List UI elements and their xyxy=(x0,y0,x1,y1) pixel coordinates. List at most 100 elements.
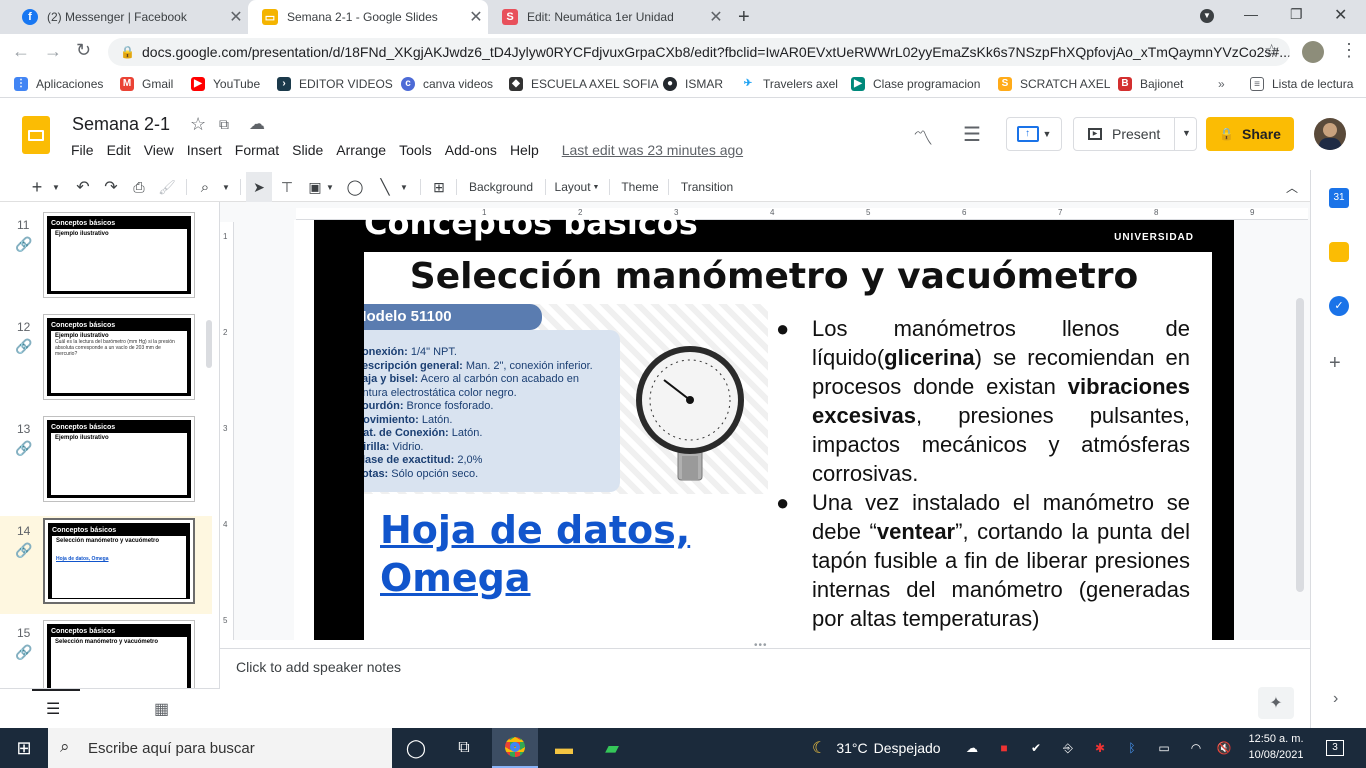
bookmark-ismar[interactable]: ● ISMAR xyxy=(663,70,723,98)
restore-icon[interactable]: ❐ xyxy=(1290,6,1303,23)
star-icon[interactable]: ☆ xyxy=(190,114,206,135)
tab-messenger[interactable]: f (2) Messenger | Facebook ✕ xyxy=(8,0,248,34)
filmstrip-view-icon[interactable]: ☰ xyxy=(46,699,60,719)
line-icon[interactable]: ╲ xyxy=(374,172,396,202)
grid-view-icon[interactable]: ▦ xyxy=(154,699,169,719)
battery-icon[interactable]: ▭ xyxy=(1154,728,1174,768)
undo-icon[interactable]: ↶ xyxy=(72,172,94,202)
explore-icon[interactable]: ✦ xyxy=(1258,687,1294,719)
share-button[interactable]: 🔒 Share xyxy=(1206,117,1294,151)
select-cursor-icon[interactable]: ➤ xyxy=(246,172,272,202)
user-avatar[interactable] xyxy=(1314,118,1346,150)
filmstrip-slide-15[interactable]: 15 🔗 Conceptos básicos Selección manómet… xyxy=(0,618,212,688)
chrome-taskbar-icon[interactable] xyxy=(492,728,538,768)
tray-check-icon[interactable]: ✔ xyxy=(1026,728,1046,768)
bookmark-clase[interactable]: ▶ Clase programacion xyxy=(851,70,980,98)
datasheet-omega-link[interactable]: Hoja de datos, Omega xyxy=(380,506,690,602)
speaker-notes[interactable]: Click to add speaker notes ✦ xyxy=(220,648,1310,728)
new-slide-icon[interactable]: + xyxy=(26,172,48,202)
url-bar[interactable]: 🔒 docs.google.com/presentation/d/18FNd_X… xyxy=(108,38,1290,66)
add-comment-icon[interactable]: ⊞ xyxy=(428,172,450,202)
menu-view[interactable]: View xyxy=(144,142,174,158)
meet-present-button[interactable]: ↑ ▼ xyxy=(1006,117,1062,151)
line-dropdown-icon[interactable]: ▼ xyxy=(398,172,410,202)
bluetooth-icon[interactable]: ᛒ xyxy=(1122,728,1142,768)
browser-menu-icon[interactable]: ⋮ xyxy=(1340,40,1358,61)
tab-search-icon[interactable]: ▼ xyxy=(1200,9,1214,23)
close-icon[interactable]: ✕ xyxy=(224,7,248,27)
wifi-icon[interactable]: ◠ xyxy=(1186,728,1206,768)
comments-icon[interactable]: ☰ xyxy=(963,122,981,147)
collapse-toolbar-icon[interactable]: ︿ xyxy=(1280,172,1304,202)
slides-logo-icon[interactable] xyxy=(22,116,50,154)
new-slide-dropdown-icon[interactable]: ▼ xyxy=(50,172,62,202)
cortana-icon[interactable]: ◯ xyxy=(400,728,432,768)
bookmark-star-icon[interactable]: ☆ xyxy=(1264,41,1279,61)
filmstrip-slide-12[interactable]: 12 🔗 Conceptos básicos Ejemplo ilustrati… xyxy=(0,312,212,410)
canvas-scrollbar[interactable] xyxy=(1296,298,1304,592)
new-tab-plus-icon[interactable]: + xyxy=(738,6,750,29)
taskbar-search[interactable]: ⌕ Escribe aquí para buscar xyxy=(48,728,392,768)
redo-icon[interactable]: ↷ xyxy=(100,172,122,202)
tray-red-icon[interactable]: ✱ xyxy=(1090,728,1110,768)
reload-icon[interactable]: ↻ xyxy=(76,40,91,61)
back-icon[interactable]: ← xyxy=(12,41,30,62)
current-slide[interactable]: Conceptos básicos UNIVERSIDAD Selección … xyxy=(294,204,1234,640)
bookmark-canva[interactable]: c canva videos xyxy=(401,70,493,98)
minimize-icon[interactable]: — xyxy=(1244,6,1258,22)
reading-list[interactable]: ≡ Lista de lectura xyxy=(1250,70,1353,98)
cloud-sync-icon[interactable]: ☁ xyxy=(962,728,982,768)
activity-trend-icon[interactable]: 〽 xyxy=(913,122,933,151)
spec-image[interactable]: Modelo 51100 Conexión: 1/4" NPT. Descrip… xyxy=(364,304,768,494)
menu-slide[interactable]: Slide xyxy=(292,142,323,158)
tray-usb-icon[interactable]: ⎆ xyxy=(1058,728,1078,768)
layout-button[interactable]: Layout ▼ xyxy=(550,172,604,202)
text-box-icon[interactable]: ⊤ xyxy=(276,172,298,202)
volume-mute-icon[interactable]: 🔇 xyxy=(1214,728,1234,768)
present-button[interactable]: ▶ Present ▼ xyxy=(1073,117,1197,151)
print-icon[interactable]: ⎙ xyxy=(128,172,150,202)
close-icon[interactable]: ✕ xyxy=(464,7,488,27)
menu-edit[interactable]: Edit xyxy=(107,142,131,158)
bookmark-travelers[interactable]: ✈ Travelers axel xyxy=(741,70,838,98)
image-dropdown-icon[interactable]: ▼ xyxy=(324,172,336,202)
menu-arrange[interactable]: Arrange xyxy=(336,142,386,158)
zoom-icon[interactable]: ⌕ xyxy=(194,172,216,202)
close-window-icon[interactable]: ✕ xyxy=(1334,5,1347,25)
forward-icon[interactable]: → xyxy=(44,41,62,62)
bullet-list[interactable]: ● Los manómetros llenos de líquido(glice… xyxy=(776,314,1190,633)
tab-slides[interactable]: ▭ Semana 2-1 - Google Slides ✕ xyxy=(248,0,488,34)
filmstrip-slide-13[interactable]: 13 🔗 Conceptos básicos Ejemplo ilustrati… xyxy=(0,414,212,512)
task-view-icon[interactable]: ⧉ xyxy=(448,728,480,768)
last-edit-link[interactable]: Last edit was 23 minutes ago xyxy=(562,142,743,158)
present-dropdown-icon[interactable]: ▼ xyxy=(1182,128,1191,138)
image-icon[interactable]: ▣ xyxy=(304,172,326,202)
document-title[interactable]: Semana 2-1 xyxy=(72,114,170,135)
transition-button[interactable]: Transition xyxy=(674,172,740,202)
bookmark-scratch[interactable]: S SCRATCH AXEL xyxy=(998,70,1110,98)
file-explorer-icon[interactable]: ▬ xyxy=(548,728,580,768)
expand-panel-icon[interactable]: › xyxy=(1333,690,1338,708)
profile-avatar-icon[interactable] xyxy=(1302,41,1324,63)
menu-tools[interactable]: Tools xyxy=(399,142,432,158)
notifications-icon[interactable]: 3 xyxy=(1322,728,1348,768)
taskbar-clock[interactable]: 12:50 a. m. 10/08/2021 xyxy=(1244,731,1308,763)
bookmark-editor[interactable]: › EDITOR VIDEOS xyxy=(277,70,393,98)
windows-start-icon[interactable]: ⊞ xyxy=(8,728,40,768)
bookmark-apps[interactable]: ⋮ Aplicaciones xyxy=(14,70,103,98)
filmstrip-scrollbar[interactable] xyxy=(206,320,212,368)
menu-format[interactable]: Format xyxy=(235,142,279,158)
theme-button[interactable]: Theme xyxy=(616,172,664,202)
bookmark-escuela[interactable]: ◆ ESCUELA AXEL SOFIA xyxy=(509,70,659,98)
app-green-icon[interactable]: ▰ xyxy=(596,728,628,768)
background-button[interactable]: Background xyxy=(462,172,540,202)
tasks-icon[interactable]: ✓ xyxy=(1329,296,1349,316)
filmstrip-slide-11[interactable]: 11 🔗 Conceptos básicos Ejemplo ilustrati… xyxy=(0,210,212,308)
close-icon[interactable]: ✕ xyxy=(704,7,728,27)
zoom-dropdown-icon[interactable]: ▼ xyxy=(220,172,232,202)
bookmark-youtube[interactable]: ▶ YouTube xyxy=(191,70,260,98)
slide-title[interactable]: Selección manómetro y vacuómetro xyxy=(364,256,1184,297)
paint-format-icon[interactable]: 🖌 xyxy=(156,172,178,202)
menu-help[interactable]: Help xyxy=(510,142,539,158)
menu-file[interactable]: File xyxy=(71,142,94,158)
